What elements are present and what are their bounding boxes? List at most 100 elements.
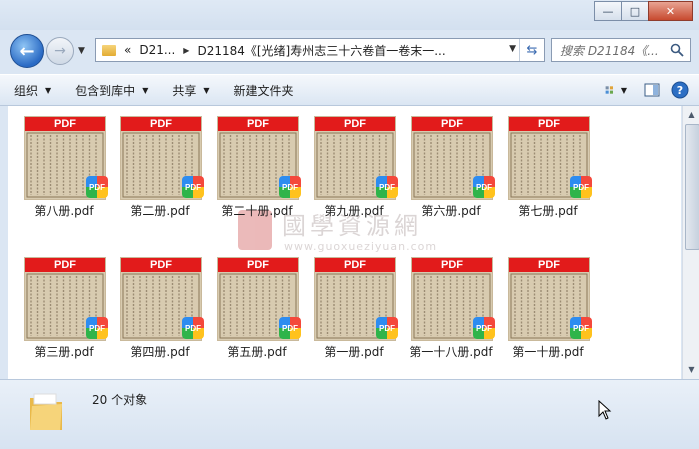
include-in-library-menu[interactable]: 包含到库中 ▼ bbox=[75, 82, 148, 99]
search-icon[interactable] bbox=[670, 43, 684, 57]
file-name: 第九册.pdf bbox=[324, 204, 384, 218]
pdf-banner: PDF bbox=[315, 258, 395, 272]
address-dropdown-icon[interactable]: ▼ bbox=[509, 44, 516, 54]
view-controls: ▼ ? bbox=[599, 80, 691, 100]
preview-pane-button[interactable] bbox=[641, 80, 663, 100]
pdf-app-icon: PDF bbox=[182, 176, 204, 198]
pdf-app-icon-label: PDF bbox=[89, 182, 105, 192]
breadcrumb-overflow[interactable]: « bbox=[124, 43, 131, 57]
caret-down-icon: ▼ bbox=[45, 85, 52, 95]
refresh-icon: ⇆ bbox=[526, 42, 538, 58]
pdf-app-icon: PDF bbox=[570, 176, 592, 198]
scroll-up-icon[interactable]: ▲ bbox=[685, 108, 698, 122]
scroll-down-icon[interactable]: ▼ bbox=[685, 363, 698, 377]
pdf-app-icon: PDF bbox=[473, 317, 495, 339]
caret-down-icon: ▼ bbox=[203, 85, 210, 95]
address-bar[interactable]: « D21... ▶ D21184《[光绪]寿州志三十六卷首一卷末一... ▼ … bbox=[95, 38, 545, 62]
explorer-window: — □ ✕ ← → ▼ « D21... ▶ D21184《[光绪]寿州志三十六… bbox=[0, 0, 699, 449]
search-box[interactable]: 搜索 D21184《... bbox=[551, 38, 691, 62]
command-bar: 组织 ▼ 包含到库中 ▼ 共享 ▼ 新建文件夹 ▼ ? bbox=[0, 74, 699, 106]
pdf-app-icon: PDF bbox=[182, 317, 204, 339]
share-menu[interactable]: 共享 ▼ bbox=[172, 82, 209, 99]
file-name: 第五册.pdf bbox=[227, 345, 287, 359]
file-item[interactable]: PDF PDF 第五册.pdf bbox=[209, 255, 305, 371]
details-pane: 20 个对象 bbox=[0, 379, 699, 449]
pdf-banner: PDF bbox=[218, 117, 298, 131]
pdf-banner: PDF bbox=[412, 117, 492, 131]
file-item[interactable]: PDF PDF 第二册.pdf bbox=[112, 114, 208, 230]
folder-icon bbox=[102, 44, 116, 56]
file-item[interactable]: PDF PDF 第八册.pdf bbox=[16, 114, 112, 230]
refresh-button[interactable]: ⇆ bbox=[519, 39, 544, 61]
watermark-url: www.guoxueziyuan.com bbox=[284, 240, 438, 253]
new-folder-button[interactable]: 新建文件夹 bbox=[234, 82, 294, 99]
file-item[interactable]: PDF PDF 第一十八册.pdf bbox=[403, 255, 499, 371]
pdf-app-icon-label: PDF bbox=[379, 323, 395, 333]
recent-pages-dropdown[interactable]: ▼ bbox=[78, 46, 85, 56]
file-name: 第二册.pdf bbox=[130, 204, 190, 218]
file-name: 第一十八册.pdf bbox=[409, 345, 493, 359]
file-item[interactable]: PDF PDF 第二十册.pdf bbox=[209, 114, 305, 230]
organize-menu[interactable]: 组织 ▼ bbox=[14, 82, 51, 99]
file-list-view[interactable]: 國學資源網 www.guoxueziyuan.com PDF PDF 第八册.pdf… bbox=[8, 106, 681, 379]
file-name: 第四册.pdf bbox=[130, 345, 190, 359]
pdf-app-icon: PDF bbox=[473, 176, 495, 198]
close-button[interactable]: ✕ bbox=[648, 1, 693, 21]
file-item[interactable]: PDF PDF 第三册.pdf bbox=[16, 255, 112, 371]
back-button[interactable]: ← bbox=[10, 34, 44, 68]
maximize-button[interactable]: □ bbox=[621, 1, 649, 21]
pdf-app-icon: PDF bbox=[279, 317, 301, 339]
caret-down-icon: ▼ bbox=[620, 85, 627, 95]
file-item[interactable]: PDF PDF 第四册.pdf bbox=[112, 255, 208, 371]
file-name: 第六册.pdf bbox=[421, 204, 481, 218]
large-icons-view-icon bbox=[605, 86, 613, 94]
search-input[interactable]: 搜索 D21184《... bbox=[560, 42, 668, 59]
mouse-pointer-icon bbox=[598, 400, 612, 420]
help-button[interactable]: ? bbox=[669, 80, 691, 100]
scrollbar-thumb[interactable] bbox=[685, 124, 699, 250]
pdf-banner: PDF bbox=[25, 117, 105, 131]
pdf-app-icon: PDF bbox=[570, 317, 592, 339]
view-options-button[interactable]: ▼ bbox=[605, 80, 627, 100]
pdf-app-icon: PDF bbox=[376, 317, 398, 339]
file-item[interactable]: PDF PDF 第九册.pdf bbox=[306, 114, 402, 230]
file-name: 第八册.pdf bbox=[34, 204, 94, 218]
pdf-app-icon-label: PDF bbox=[476, 323, 492, 333]
pdf-banner: PDF bbox=[315, 117, 395, 131]
preview-pane-icon bbox=[644, 83, 660, 97]
pdf-banner: PDF bbox=[25, 258, 105, 272]
file-name: 第一十册.pdf bbox=[512, 345, 584, 359]
breadcrumb-item[interactable]: D21... bbox=[139, 43, 175, 57]
new-folder-label: 新建文件夹 bbox=[233, 83, 294, 98]
pdf-app-icon-label: PDF bbox=[185, 182, 201, 192]
item-count: 20 个对象 bbox=[92, 393, 148, 407]
pdf-app-icon-label: PDF bbox=[379, 182, 395, 192]
pdf-app-icon-label: PDF bbox=[89, 323, 105, 333]
pdf-app-icon-label: PDF bbox=[476, 182, 492, 192]
breadcrumb-item-current[interactable]: D21184《[光绪]寿州志三十六卷首一卷末一... bbox=[197, 42, 445, 59]
file-name: 第七册.pdf bbox=[518, 204, 578, 218]
window-controls: — □ ✕ bbox=[594, 1, 693, 21]
file-item[interactable]: PDF PDF 第七册.pdf bbox=[500, 114, 596, 230]
pdf-app-icon-label: PDF bbox=[282, 323, 298, 333]
pdf-app-icon: PDF bbox=[86, 317, 108, 339]
pdf-app-icon-label: PDF bbox=[573, 182, 589, 192]
chevron-right-icon[interactable]: ▶ bbox=[183, 46, 189, 55]
organize-label: 组织 bbox=[14, 83, 39, 98]
pdf-banner: PDF bbox=[412, 258, 492, 272]
minimize-button[interactable]: — bbox=[594, 1, 622, 21]
pdf-app-icon-label: PDF bbox=[282, 182, 298, 192]
pdf-app-icon-label: PDF bbox=[185, 323, 201, 333]
file-name: 第一册.pdf bbox=[324, 345, 384, 359]
title-bar: — □ ✕ bbox=[0, 0, 699, 30]
include-library-label: 包含到库中 bbox=[75, 83, 136, 98]
arrow-right-icon: → bbox=[54, 43, 66, 59]
file-item[interactable]: PDF PDF 第一册.pdf bbox=[306, 255, 402, 371]
navigation-bar: ← → ▼ « D21... ▶ D21184《[光绪]寿州志三十六卷首一卷末一… bbox=[0, 32, 699, 72]
vertical-scrollbar[interactable]: ▲ ▼ bbox=[682, 106, 699, 379]
file-item[interactable]: PDF PDF 第六册.pdf bbox=[403, 114, 499, 230]
caret-down-icon: ▼ bbox=[142, 85, 149, 95]
pdf-app-icon: PDF bbox=[86, 176, 108, 198]
file-item[interactable]: PDF PDF 第一十册.pdf bbox=[500, 255, 596, 371]
forward-button[interactable]: → bbox=[46, 37, 74, 65]
